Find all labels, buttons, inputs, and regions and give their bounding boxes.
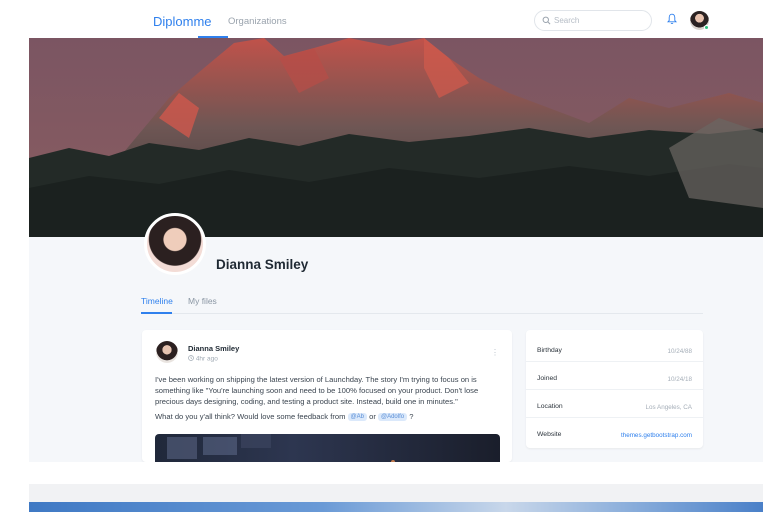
search-placeholder: Search (554, 16, 580, 25)
info-value: 10/24/88 (667, 348, 692, 355)
info-label: Location (537, 403, 563, 410)
info-label: Website (537, 431, 562, 438)
question-end: ? (409, 412, 414, 421)
info-row-joined: Joined 10/24/18 (526, 362, 703, 390)
tabs-divider (141, 313, 703, 314)
secondary-cover-strip (29, 502, 763, 512)
post-timestamp: 4hr ago (188, 355, 218, 363)
info-value: Los Angeles, CA (645, 404, 692, 411)
active-tab-indicator (141, 312, 172, 314)
search-icon (542, 16, 551, 25)
nav-link-organizations[interactable]: Organizations (228, 16, 287, 27)
tab-my-files[interactable]: My files (188, 296, 217, 306)
info-label: Joined (537, 375, 558, 382)
info-row-website: Website themes.getbootstrap.com (526, 418, 703, 446)
online-status-dot (704, 25, 709, 30)
info-label: Birthday (537, 347, 562, 354)
post-image[interactable] (155, 434, 500, 462)
post-body: I've been working on shipping the latest… (155, 375, 479, 406)
top-navbar: Diplomme Organizations Search (0, 0, 778, 38)
brand-link[interactable]: Diplomme (153, 14, 212, 29)
info-row-birthday: Birthday 10/24/88 (526, 334, 703, 362)
website-link[interactable]: themes.getbootstrap.com (621, 432, 692, 439)
mountain-landscape (29, 38, 763, 237)
post-time-text: 4hr ago (195, 355, 218, 363)
post-question-text: What do you y'all think? Would love some… (155, 412, 346, 421)
post-card: Dianna Smiley 4hr ago ⋮ I've been workin… (142, 330, 512, 462)
post-image-graphic (167, 434, 395, 462)
cover-image (29, 38, 763, 237)
profile-name: Dianna Smiley (216, 257, 309, 272)
kebab-icon[interactable]: ⋮ (491, 348, 499, 357)
post-author-name[interactable]: Dianna Smiley (188, 344, 239, 353)
bell-icon[interactable] (667, 13, 677, 25)
clock-icon (188, 355, 194, 361)
post-author-avatar[interactable] (156, 341, 178, 363)
profile-avatar[interactable] (144, 213, 206, 275)
mention-tag[interactable]: @Ab (347, 413, 367, 421)
post-question: What do you y'all think? Would love some… (155, 412, 413, 421)
tab-timeline[interactable]: Timeline (141, 296, 173, 306)
search-input[interactable]: Search (534, 10, 652, 31)
profile-info-card: Birthday 10/24/88 Joined 10/24/18 Locati… (526, 330, 703, 448)
info-row-location: Location Los Angeles, CA (526, 390, 703, 418)
mention-join: or (369, 412, 376, 421)
info-value: 10/24/18 (667, 376, 692, 383)
mention-tag[interactable]: @Adolfo (377, 413, 408, 421)
frame-gap (0, 462, 778, 484)
